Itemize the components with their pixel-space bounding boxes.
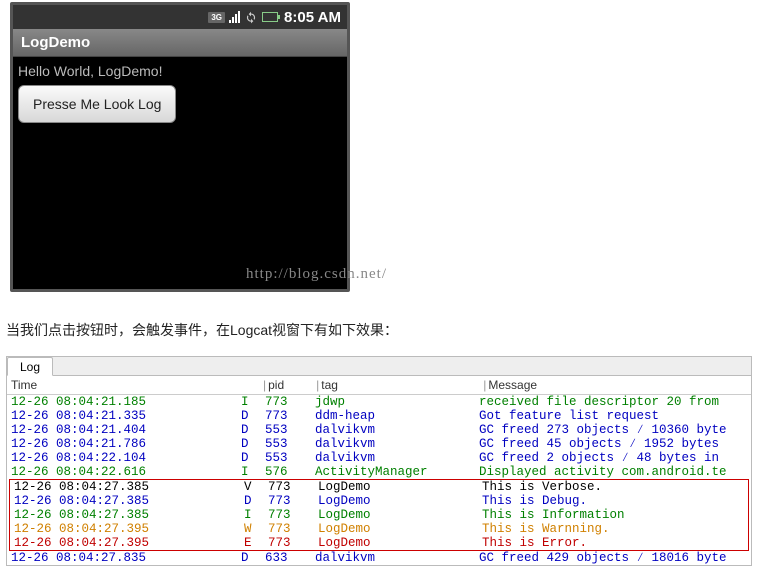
tab-log[interactable]: Log bbox=[7, 357, 53, 376]
signal-icon bbox=[229, 11, 240, 23]
header-time[interactable]: Time bbox=[11, 378, 241, 392]
app-body: Hello World, LogDemo! Presse Me Look Log… bbox=[13, 57, 347, 289]
log-row[interactable]: 12-26 08:04:27.385V 773 LogDemo This is … bbox=[10, 480, 748, 494]
description-text: 当我们点击按钮时，会触发事件，在Logcat视窗下有如下效果： bbox=[6, 320, 758, 340]
tab-row: Log bbox=[7, 357, 751, 376]
status-bar: 3G 8:05 AM bbox=[13, 5, 347, 29]
log-row[interactable]: 12-26 08:04:27.395W 773 LogDemo This is … bbox=[10, 522, 748, 536]
watermark-text: http://blog.csdn.net/ bbox=[246, 266, 387, 283]
log-row[interactable]: 12-26 08:04:21.185I 773 jdwp received fi… bbox=[7, 395, 751, 409]
press-me-button[interactable]: Presse Me Look Log bbox=[18, 85, 176, 123]
header-message[interactable]: Message bbox=[488, 378, 747, 392]
log-row[interactable]: 12-26 08:04:27.385I 773 LogDemo This is … bbox=[10, 508, 748, 522]
app-title-bar: LogDemo bbox=[13, 29, 347, 57]
highlight-box: 12-26 08:04:27.385V 773 LogDemo This is … bbox=[9, 479, 749, 551]
log-row[interactable]: 12-26 08:04:27.385D 773 LogDemo This is … bbox=[10, 494, 748, 508]
log-header: Time | pid | tag | Message bbox=[7, 376, 751, 395]
android-emulator-frame: 3G 8:05 AM LogDemo Hello World, LogDemo!… bbox=[10, 2, 350, 292]
log-row[interactable]: 12-26 08:04:21.404D 553 dalvikvm GC free… bbox=[7, 423, 751, 437]
log-row[interactable]: 12-26 08:04:27.835D 633 dalvikvm GC free… bbox=[7, 551, 751, 565]
sync-icon bbox=[244, 10, 258, 24]
hello-text: Hello World, LogDemo! bbox=[18, 63, 342, 79]
header-pid[interactable]: pid bbox=[268, 378, 314, 392]
log-rows-box: 12-26 08:04:27.385V 773 LogDemo This is … bbox=[10, 480, 748, 550]
log-row[interactable]: 12-26 08:04:27.395E 773 LogDemo This is … bbox=[10, 536, 748, 550]
logcat-panel: Log Time | pid | tag | Message 12-26 08:… bbox=[6, 356, 752, 566]
log-row[interactable]: 12-26 08:04:22.616I 576 ActivityManager … bbox=[7, 465, 751, 479]
log-rows-top: 12-26 08:04:21.185I 773 jdwp received fi… bbox=[7, 395, 751, 479]
log-rows-bottom: 12-26 08:04:27.835D 633 dalvikvm GC free… bbox=[7, 551, 751, 565]
battery-icon bbox=[262, 12, 278, 22]
log-row[interactable]: 12-26 08:04:21.786D 553 dalvikvm GC free… bbox=[7, 437, 751, 451]
network-3g-icon: 3G bbox=[208, 12, 225, 23]
log-row[interactable]: 12-26 08:04:22.104D 553 dalvikvm GC free… bbox=[7, 451, 751, 465]
header-tag[interactable]: tag bbox=[321, 378, 481, 392]
log-row[interactable]: 12-26 08:04:21.335D 773 ddm-heap Got fea… bbox=[7, 409, 751, 423]
status-time: 8:05 AM bbox=[284, 9, 341, 26]
